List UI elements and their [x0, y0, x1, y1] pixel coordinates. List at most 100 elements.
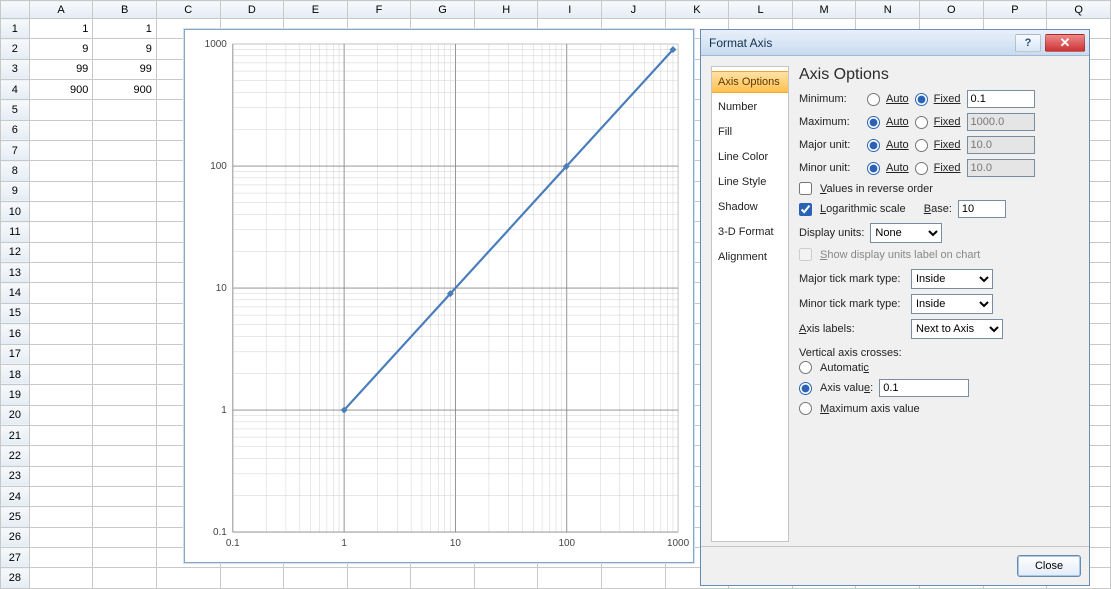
cell-B26[interactable]: [93, 527, 157, 547]
cell-A10[interactable]: [29, 202, 93, 222]
cell-A21[interactable]: [29, 425, 93, 445]
cell-A2[interactable]: 9: [29, 39, 93, 59]
cell-B7[interactable]: [93, 141, 157, 161]
log-scale-checkbox[interactable]: [799, 203, 812, 216]
cell-B15[interactable]: [93, 303, 157, 323]
cell-A14[interactable]: [29, 283, 93, 303]
major-tick-select[interactable]: Inside: [911, 269, 993, 289]
column-header-M[interactable]: M: [792, 1, 856, 19]
cell-A19[interactable]: [29, 385, 93, 405]
row-header-21[interactable]: 21: [1, 425, 30, 445]
cell-A20[interactable]: [29, 405, 93, 425]
close-icon[interactable]: ✕: [1045, 34, 1085, 52]
cell-G28[interactable]: [411, 568, 475, 589]
cell-B8[interactable]: [93, 161, 157, 181]
row-header-28[interactable]: 28: [1, 568, 30, 589]
row-header-3[interactable]: 3: [1, 59, 30, 79]
minor-auto-radio[interactable]: [867, 162, 880, 175]
cell-A7[interactable]: [29, 141, 93, 161]
column-header-H[interactable]: H: [474, 1, 538, 19]
nav-item-alignment[interactable]: Alignment: [712, 246, 788, 268]
reverse-order-checkbox[interactable]: [799, 182, 812, 195]
column-header-B[interactable]: B: [93, 1, 157, 19]
cell-B3[interactable]: 99: [93, 59, 157, 79]
cell-A3[interactable]: 99: [29, 59, 93, 79]
axis-labels-select[interactable]: Next to Axis: [911, 319, 1003, 339]
select-all-corner[interactable]: [1, 1, 30, 19]
row-header-16[interactable]: 16: [1, 324, 30, 344]
column-header-C[interactable]: C: [156, 1, 220, 19]
nav-item-number[interactable]: Number: [712, 96, 788, 118]
nav-item-shadow[interactable]: Shadow: [712, 196, 788, 218]
cell-B21[interactable]: [93, 425, 157, 445]
minor-fixed-radio[interactable]: [915, 162, 928, 175]
log-base-input[interactable]: [958, 200, 1006, 218]
row-header-18[interactable]: 18: [1, 364, 30, 384]
cell-B24[interactable]: [93, 486, 157, 506]
embedded-chart[interactable]: 0.111010010000.11101001000: [184, 29, 694, 563]
cell-B23[interactable]: [93, 466, 157, 486]
close-button[interactable]: Close: [1017, 555, 1081, 577]
nav-item-axis-options[interactable]: Axis Options: [712, 71, 788, 93]
cell-B4[interactable]: 900: [93, 80, 157, 100]
column-header-E[interactable]: E: [284, 1, 348, 19]
row-header-17[interactable]: 17: [1, 344, 30, 364]
cell-A28[interactable]: [29, 568, 93, 589]
column-header-I[interactable]: I: [538, 1, 602, 19]
vac-axis-value-input[interactable]: [879, 379, 969, 397]
row-header-23[interactable]: 23: [1, 466, 30, 486]
cell-B18[interactable]: [93, 364, 157, 384]
minimum-fixed-radio[interactable]: [915, 93, 928, 106]
cell-J28[interactable]: [602, 568, 666, 589]
column-header-Q[interactable]: Q: [1047, 1, 1111, 19]
row-header-22[interactable]: 22: [1, 446, 30, 466]
cell-B12[interactable]: [93, 242, 157, 262]
cell-A5[interactable]: [29, 100, 93, 120]
cell-D28[interactable]: [220, 568, 284, 589]
cell-A11[interactable]: [29, 222, 93, 242]
cell-A17[interactable]: [29, 344, 93, 364]
cell-B28[interactable]: [93, 568, 157, 589]
cell-I28[interactable]: [538, 568, 602, 589]
cell-B13[interactable]: [93, 263, 157, 283]
cell-A9[interactable]: [29, 181, 93, 201]
row-header-20[interactable]: 20: [1, 405, 30, 425]
maximum-auto-radio[interactable]: [867, 116, 880, 129]
dialog-titlebar[interactable]: Format Axis ? ✕: [701, 30, 1089, 56]
row-header-5[interactable]: 5: [1, 100, 30, 120]
cell-A22[interactable]: [29, 446, 93, 466]
major-auto-radio[interactable]: [867, 139, 880, 152]
minimum-input[interactable]: [967, 90, 1035, 108]
cell-A12[interactable]: [29, 242, 93, 262]
column-header-P[interactable]: P: [983, 1, 1047, 19]
column-header-K[interactable]: K: [665, 1, 729, 19]
help-button[interactable]: ?: [1015, 34, 1041, 52]
row-header-12[interactable]: 12: [1, 242, 30, 262]
cell-A6[interactable]: [29, 120, 93, 140]
cell-A18[interactable]: [29, 364, 93, 384]
row-header-24[interactable]: 24: [1, 486, 30, 506]
row-header-11[interactable]: 11: [1, 222, 30, 242]
vac-max-radio[interactable]: [799, 402, 812, 415]
row-header-6[interactable]: 6: [1, 120, 30, 140]
cell-B9[interactable]: [93, 181, 157, 201]
vac-auto-radio[interactable]: [799, 361, 812, 374]
cell-B2[interactable]: 9: [93, 39, 157, 59]
nav-item-line-style[interactable]: Line Style: [712, 171, 788, 193]
display-units-select[interactable]: None: [870, 223, 942, 243]
minor-tick-select[interactable]: Inside: [911, 294, 993, 314]
column-header-J[interactable]: J: [602, 1, 666, 19]
cell-B14[interactable]: [93, 283, 157, 303]
cell-B27[interactable]: [93, 547, 157, 567]
column-header-F[interactable]: F: [347, 1, 411, 19]
cell-H28[interactable]: [474, 568, 538, 589]
cell-E28[interactable]: [284, 568, 348, 589]
cell-A13[interactable]: [29, 263, 93, 283]
row-header-26[interactable]: 26: [1, 527, 30, 547]
row-header-7[interactable]: 7: [1, 141, 30, 161]
column-header-A[interactable]: A: [29, 1, 93, 19]
column-header-O[interactable]: O: [920, 1, 984, 19]
cell-A25[interactable]: [29, 507, 93, 527]
maximum-fixed-radio[interactable]: [915, 116, 928, 129]
row-header-15[interactable]: 15: [1, 303, 30, 323]
